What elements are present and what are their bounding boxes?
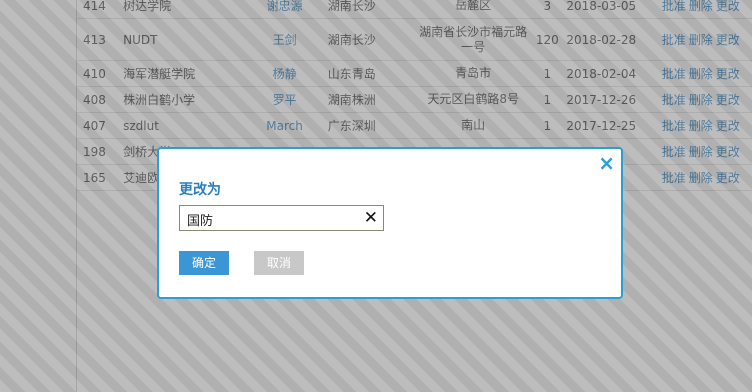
edit-input-box: ✕ [179,205,384,231]
cancel-button[interactable]: 取消 [254,251,304,275]
clear-icon[interactable]: ✕ [364,208,378,228]
edit-value-input[interactable] [185,207,359,231]
edit-dialog: × 更改为 ✕ 确定 取消 [157,147,623,299]
close-icon[interactable]: × [598,153,615,173]
confirm-button[interactable]: 确定 [179,251,229,275]
dialog-title: 更改为 [179,182,221,198]
